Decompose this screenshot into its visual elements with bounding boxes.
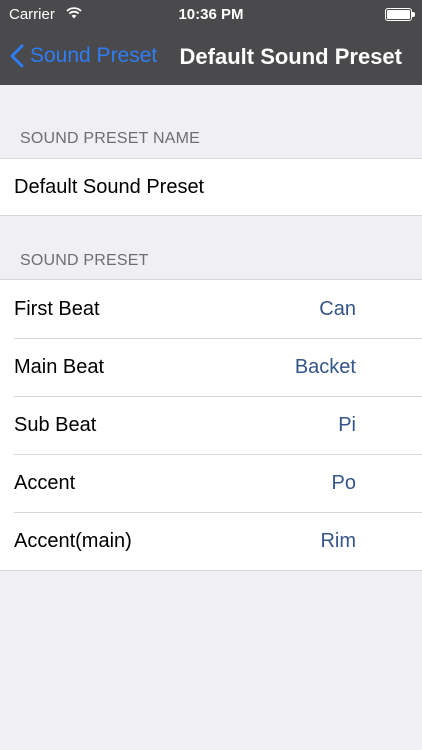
navigation-bar: Sound Preset Default Sound Preset (0, 30, 422, 85)
row-value: Can (319, 297, 356, 320)
status-bar: Carrier 10:36 PM (0, 0, 422, 30)
row-label: Main Beat (14, 355, 105, 378)
row-value: Po (331, 471, 356, 494)
preset-name-value: Default Sound Preset (14, 175, 205, 198)
status-time: 10:36 PM (178, 6, 244, 23)
row-label: First Beat (14, 297, 100, 320)
row-label: Accent(main) (14, 529, 132, 552)
page-title: Default Sound Preset (179, 44, 402, 69)
top-bar: Carrier 10:36 PM Sound Preset Default So… (0, 0, 422, 85)
row-value: Pi (338, 413, 356, 436)
row-main-beat[interactable]: Main Beat Backet (0, 338, 422, 396)
row-label: Sub Beat (14, 413, 97, 436)
row-sub-beat[interactable]: Sub Beat Pi (0, 396, 422, 454)
preset-name-group: Default Sound Preset (0, 158, 422, 216)
preset-list: First Beat Can Main Beat Backet Sub Beat… (0, 279, 422, 571)
preset-name-field[interactable]: Default Sound Preset (0, 159, 422, 215)
row-accent-main[interactable]: Accent(main) Rim (0, 512, 422, 570)
row-value: Rim (320, 529, 356, 552)
row-accent[interactable]: Accent Po (0, 454, 422, 512)
section-header-name: SOUND PRESET NAME (20, 130, 201, 147)
row-value: Backet (294, 355, 356, 378)
chevron-left-icon (10, 44, 24, 68)
back-button-label: Sound Preset (30, 44, 158, 67)
section-header-preset: SOUND PRESET (20, 252, 149, 269)
back-button[interactable]: Sound Preset (10, 40, 157, 72)
battery-icon (385, 8, 415, 21)
row-first-beat[interactable]: First Beat Can (0, 280, 422, 338)
row-label: Accent (14, 471, 76, 494)
